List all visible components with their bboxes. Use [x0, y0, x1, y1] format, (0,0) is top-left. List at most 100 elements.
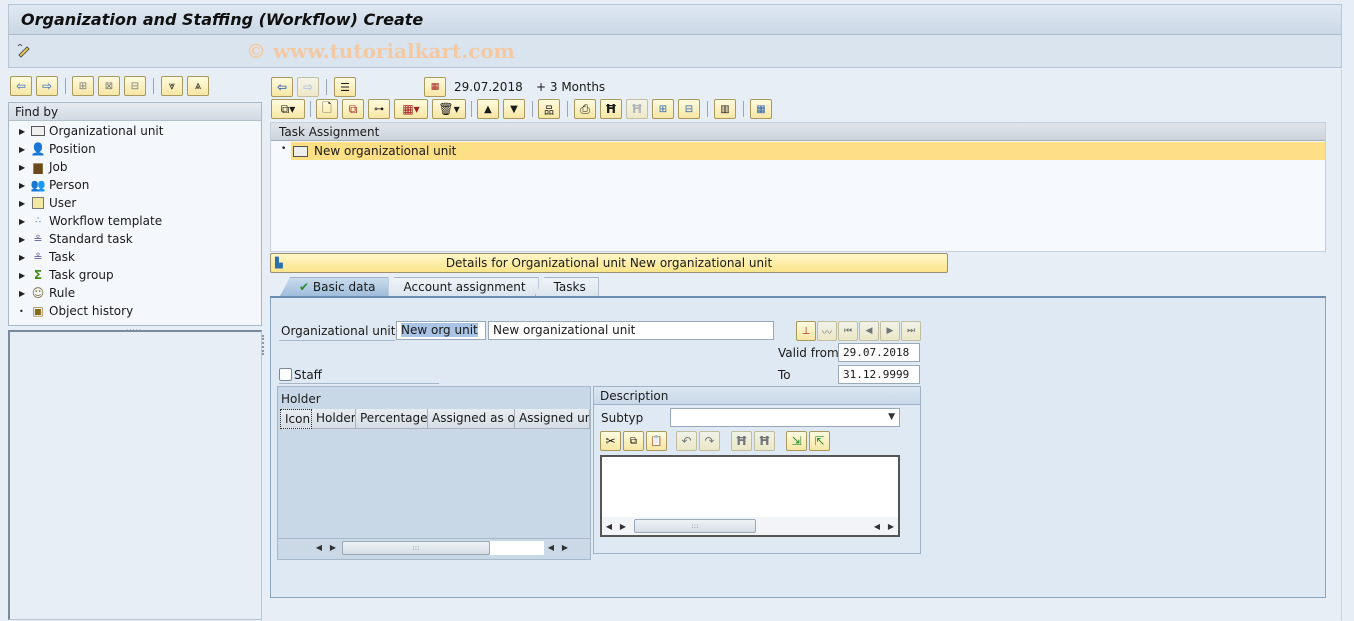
period-menu-button[interactable]: ▦▾ [394, 99, 428, 119]
next-button[interactable]: ▶ [880, 321, 900, 341]
forward-button[interactable]: ⇨ [36, 76, 58, 96]
delete-button[interactable]: ⊟ [124, 76, 146, 96]
scroll-left-icon[interactable]: ◀ [870, 522, 884, 531]
tab-account-assignment[interactable]: Account assignment [384, 277, 539, 296]
valid-from-input[interactable]: 29.07.2018 [838, 343, 920, 362]
delete-menu-button[interactable]: 🗑▾ [432, 99, 466, 119]
expand-arrow-icon[interactable]: ▶ [19, 217, 29, 226]
tree-node-task[interactable]: ▶ ≗ Task [19, 248, 75, 266]
paste-button[interactable]: 📋 [646, 431, 667, 451]
expand-arrow-icon[interactable]: ▶ [19, 235, 29, 244]
move-up-button[interactable]: ▲ [477, 99, 499, 119]
tree-node-task-group[interactable]: ▶ Σ Task group [19, 266, 114, 284]
tree-node-object-history[interactable]: • ▣ Object history [19, 302, 133, 320]
first-button[interactable]: ⏮ [838, 321, 858, 341]
assign-button[interactable]: ⊶ [368, 99, 390, 119]
copy-button[interactable]: ⧉ [342, 99, 364, 119]
layout-button[interactable]: ▦ [750, 99, 772, 119]
separator [567, 101, 568, 117]
dropdown-arrow-icon[interactable]: ▼ [888, 410, 895, 425]
move-down-button[interactable]: ▼ [503, 99, 525, 119]
tree-node-workflow-template[interactable]: ▶ ∴ Workflow template [19, 212, 162, 230]
scroll-right-icon[interactable]: ▶ [326, 543, 340, 552]
tree-node-position[interactable]: ▶ 👤 Position [19, 140, 96, 158]
column-header-assigned-until[interactable]: Assigned unti [515, 409, 590, 429]
expand-all-button[interactable]: ⊞ [652, 99, 674, 119]
calendar-button[interactable]: ▦ [424, 77, 446, 97]
tree-node-user[interactable]: ▶ User [19, 194, 76, 212]
staff-checkbox[interactable] [279, 368, 292, 381]
arrow-right-icon: ⇨ [41, 79, 53, 93]
tree-node-standard-task[interactable]: ▶ ≗ Standard task [19, 230, 133, 248]
expand-arrow-icon[interactable]: ▶ [19, 199, 29, 208]
find-button[interactable]: Ħ [600, 99, 622, 119]
valid-from-label: Valid from [778, 346, 839, 360]
tab-basic-data[interactable]: ✔ Basic data [280, 277, 389, 296]
scroll-left-icon[interactable]: ◀ [602, 522, 616, 531]
find-next-button[interactable]: Ħ [626, 99, 648, 119]
expand-arrow-icon[interactable]: ▶ [19, 253, 29, 262]
org-unit-long-input[interactable]: New organizational unit [488, 321, 774, 340]
scroll-thumb[interactable]: ::: [342, 540, 490, 555]
column-header-percentage[interactable]: Percentage [356, 409, 428, 429]
cut-button[interactable]: ✂ [600, 431, 621, 451]
tree-node-organizational-unit[interactable]: ▶ Organizational unit [19, 122, 163, 140]
vertical-splitter[interactable] [262, 335, 265, 355]
scroll-left-icon[interactable]: ◀ [544, 543, 558, 552]
redo-button[interactable]: ↷ [699, 431, 720, 451]
back-button[interactable]: ⇦ [10, 76, 32, 96]
expand-arrow-icon[interactable]: ▶ [19, 145, 29, 154]
copy-text-button[interactable]: ⧉ [623, 431, 644, 451]
expand-arrow-icon[interactable]: ▶ [19, 163, 29, 172]
leaf-bullet-icon: • [281, 144, 287, 154]
column-header-icon[interactable]: Icon [280, 409, 312, 429]
task-assignment-row[interactable]: New organizational unit [291, 142, 1325, 160]
structure-button[interactable]: 品 [538, 99, 560, 119]
horizontal-scrollbar[interactable]: ◀ ▶ ::: ◀ ▶ [278, 538, 590, 556]
back-button[interactable]: ⇦ [271, 77, 293, 97]
org-unit-short-input[interactable]: New org unit [396, 321, 486, 340]
undo-button[interactable]: ↶ [676, 431, 697, 451]
tree-node-person[interactable]: ▶ 👥 Person [19, 176, 89, 194]
separator [532, 101, 533, 117]
import-button[interactable]: ⇲ [786, 431, 807, 451]
scroll-left-icon[interactable]: ◀ [312, 543, 326, 552]
expand-arrow-icon[interactable]: ▶ [19, 271, 29, 280]
collapse-all-button[interactable]: ⊟ [678, 99, 700, 119]
column-header-assigned-as-of[interactable]: Assigned as of [428, 409, 515, 429]
forward-button[interactable]: ⇨ [297, 77, 319, 97]
expand-arrow-icon[interactable]: ▶ [19, 181, 29, 190]
new-button[interactable]: 🗋 [316, 99, 338, 119]
scroll-right-icon[interactable]: ▶ [558, 543, 572, 552]
scroll-thumb[interactable]: ::: [634, 519, 756, 533]
pencil-icon[interactable] [16, 42, 32, 58]
scroll-right-icon[interactable]: ▶ [616, 522, 630, 531]
expand-button[interactable]: ⩔ [161, 76, 183, 96]
previous-button[interactable]: ◀ [859, 321, 879, 341]
select-button[interactable]: ⊠ [98, 76, 120, 96]
list-button[interactable]: ☰ [334, 77, 356, 97]
horizontal-scrollbar[interactable]: ◀ ▶ ::: ◀ ▶ [602, 517, 898, 535]
valid-to-input[interactable]: 31.12.9999 [838, 365, 920, 384]
export-button[interactable]: ⇱ [809, 431, 830, 451]
column-config-button[interactable]: ▥ [714, 99, 736, 119]
description-text-area[interactable]: ◀ ▶ ::: ◀ ▶ [600, 455, 900, 537]
collapse-button[interactable]: ⩓ [187, 76, 209, 96]
print-button[interactable]: ⎙ [574, 99, 596, 119]
tree-node-rule[interactable]: ▶ ☺ Rule [19, 284, 75, 302]
relationship-button[interactable]: ⊥ [796, 321, 816, 341]
column-header-holder[interactable]: Holder [312, 409, 356, 429]
selection-area [8, 330, 262, 620]
create-button[interactable]: ⊞ [72, 76, 94, 96]
find-next-text-button[interactable]: Ħ [754, 431, 775, 451]
find-text-button[interactable]: Ħ [731, 431, 752, 451]
expand-arrow-icon[interactable]: ▶ [19, 289, 29, 298]
last-button[interactable]: ⏭ [901, 321, 921, 341]
tab-tasks[interactable]: Tasks [534, 277, 599, 296]
expand-arrow-icon[interactable]: ▶ [19, 127, 29, 136]
chart-button[interactable]: 〰 [817, 321, 837, 341]
create-menu-button[interactable]: ⧉▾ [271, 99, 305, 119]
scroll-right-icon[interactable]: ▶ [884, 522, 898, 531]
subtype-dropdown[interactable]: ▼ [670, 408, 900, 427]
tree-node-job[interactable]: ▶ ▆ Job [19, 158, 68, 176]
